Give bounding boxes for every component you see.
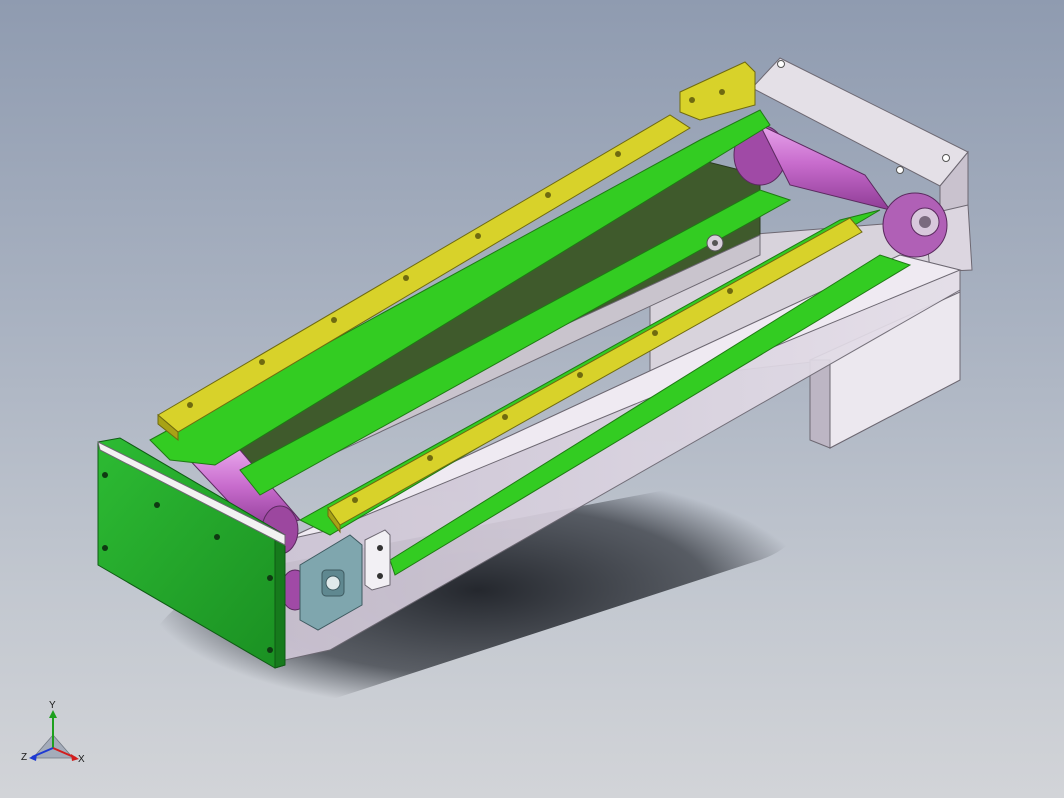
- orientation-triad[interactable]: Y X Z: [18, 700, 88, 780]
- y-axis-label: Y: [49, 700, 56, 711]
- slot-icon: [475, 233, 481, 239]
- bolt-hole-icon: [942, 154, 950, 162]
- slot-icon: [259, 359, 265, 365]
- x-axis-label: X: [78, 754, 85, 765]
- slot-icon: [427, 455, 433, 461]
- slot-icon: [403, 275, 409, 281]
- bolt-hole-icon: [102, 545, 108, 551]
- slot-icon: [331, 317, 337, 323]
- bolt-hole-icon: [154, 502, 160, 508]
- slot-icon: [577, 372, 583, 378]
- bolt-hole-icon: [896, 166, 904, 174]
- bolt-hole-icon: [267, 647, 273, 653]
- conveyor-assembly-model[interactable]: [0, 0, 1064, 798]
- bolt-hole-icon: [267, 575, 273, 581]
- slot-icon: [545, 192, 551, 198]
- z-axis-label: Z: [21, 752, 27, 763]
- bolt-hole-icon: [777, 60, 785, 68]
- inner-idler[interactable]: [706, 234, 724, 252]
- slot-icon: [187, 402, 193, 408]
- slot-icon: [615, 151, 621, 157]
- rear-clamp-block[interactable]: [679, 61, 756, 121]
- bearing-hole-icon: [325, 575, 341, 591]
- slot-icon: [502, 414, 508, 420]
- slot-icon: [652, 330, 658, 336]
- bolt-hole-icon: [102, 472, 108, 478]
- cad-viewport[interactable]: Y X Z: [0, 0, 1064, 798]
- slot-icon: [727, 288, 733, 294]
- slot-icon: [352, 497, 358, 503]
- bolt-hole-icon: [214, 534, 220, 540]
